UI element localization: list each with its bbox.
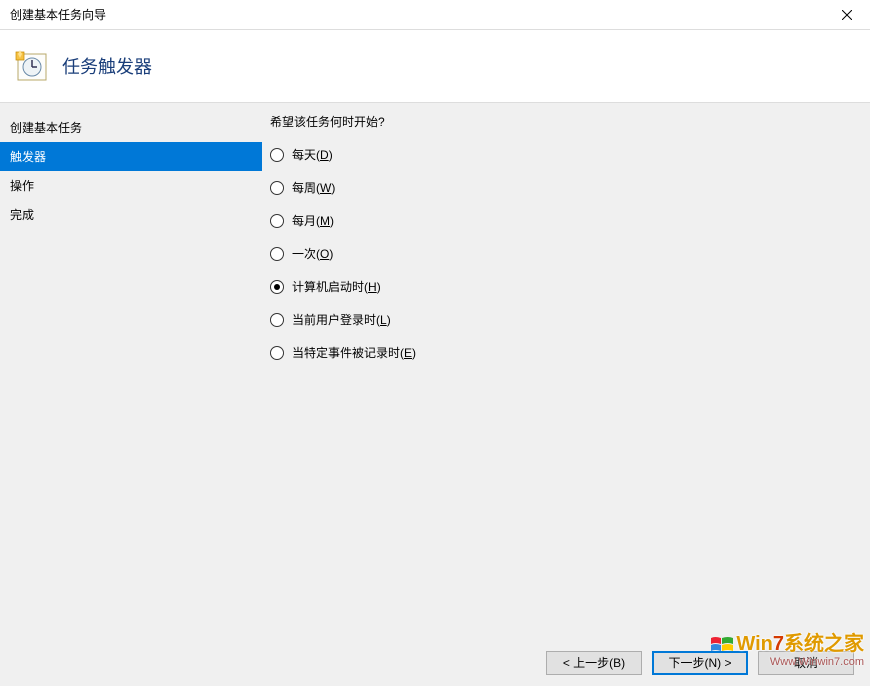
radio-label: 当前用户登录时(L) xyxy=(292,311,391,328)
radio-option-logon[interactable]: 当前用户登录时(L) xyxy=(270,311,860,328)
radio-option-event[interactable]: 当特定事件被记录时(E) xyxy=(270,344,860,361)
wizard-body: 创建基本任务 触发器 操作 完成 希望该任务何时开始? 每天(D) 每周(W) … xyxy=(0,102,870,642)
button-label: 下一步(N) > xyxy=(668,654,731,671)
radio-label: 每天(D) xyxy=(292,146,333,163)
wizard-content: 希望该任务何时开始? 每天(D) 每周(W) 每月(M) 一次(O) 计算机启动… xyxy=(262,103,870,642)
sidebar-item-label: 触发器 xyxy=(10,150,46,164)
sidebar-item-trigger[interactable]: 触发器 xyxy=(0,142,262,171)
wizard-footer: < 上一步(B) 下一步(N) > 取消 xyxy=(0,638,870,686)
wizard-steps-sidebar: 创建基本任务 触发器 操作 完成 xyxy=(0,103,262,642)
radio-label: 每月(M) xyxy=(292,212,334,229)
radio-icon xyxy=(270,214,284,228)
radio-option-once[interactable]: 一次(O) xyxy=(270,245,860,262)
sidebar-item-action[interactable]: 操作 xyxy=(0,171,262,200)
sidebar-item-label: 完成 xyxy=(10,208,34,222)
radio-label: 一次(O) xyxy=(292,245,333,262)
radio-label: 计算机启动时(H) xyxy=(292,278,381,295)
button-label: 取消 xyxy=(794,654,818,671)
radio-icon xyxy=(270,181,284,195)
close-button[interactable] xyxy=(824,0,870,30)
radio-icon xyxy=(270,313,284,327)
radio-icon xyxy=(270,148,284,162)
cancel-button[interactable]: 取消 xyxy=(758,651,854,675)
sidebar-item-finish[interactable]: 完成 xyxy=(0,200,262,229)
radio-option-startup[interactable]: 计算机启动时(H) xyxy=(270,278,860,295)
radio-option-weekly[interactable]: 每周(W) xyxy=(270,179,860,196)
radio-icon xyxy=(270,280,284,294)
radio-label: 当特定事件被记录时(E) xyxy=(292,344,416,361)
window-title: 创建基本任务向导 xyxy=(10,6,106,23)
back-button[interactable]: < 上一步(B) xyxy=(546,651,642,675)
button-label: < 上一步(B) xyxy=(563,654,625,671)
wizard-header: 任务触发器 xyxy=(0,30,870,102)
radio-option-daily[interactable]: 每天(D) xyxy=(270,146,860,163)
radio-icon xyxy=(270,247,284,261)
page-title: 任务触发器 xyxy=(62,53,152,79)
sidebar-item-label: 创建基本任务 xyxy=(10,121,82,135)
radio-icon xyxy=(270,346,284,360)
next-button[interactable]: 下一步(N) > xyxy=(652,651,748,675)
sidebar-item-create-task[interactable]: 创建基本任务 xyxy=(0,113,262,142)
titlebar: 创建基本任务向导 xyxy=(0,0,870,30)
close-icon xyxy=(842,10,852,20)
task-clock-icon xyxy=(14,48,50,84)
radio-label: 每周(W) xyxy=(292,179,335,196)
radio-option-monthly[interactable]: 每月(M) xyxy=(270,212,860,229)
sidebar-item-label: 操作 xyxy=(10,179,34,193)
trigger-question: 希望该任务何时开始? xyxy=(270,113,860,130)
